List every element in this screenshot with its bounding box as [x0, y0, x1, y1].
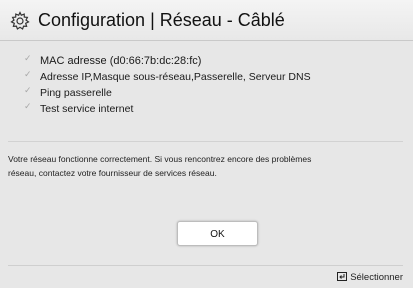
check-icon: ✓ [24, 53, 32, 63]
page-title: Configuration | Réseau - Câblé [38, 10, 285, 30]
divider [8, 141, 403, 142]
divider [8, 265, 403, 266]
checklist-item-ip: ✓ Adresse IP,Masque sous-réseau,Passerel… [24, 69, 311, 85]
checklist-item-label: MAC adresse (d0:66:7b:dc:28:fc) [40, 55, 202, 67]
gear-icon [10, 11, 30, 30]
checklist-item-label: Test service internet [40, 103, 134, 115]
status-message-line: réseau, contactez votre fournisseur de s… [8, 168, 217, 178]
ok-button[interactable]: OK [177, 221, 258, 246]
status-message-line: Votre réseau fonctionne correctement. Si… [8, 154, 312, 164]
network-test-checklist: ✓ MAC adresse (d0:66:7b:dc:28:fc) ✓ Adre… [24, 53, 311, 117]
enter-icon [337, 272, 348, 281]
check-icon: ✓ [24, 101, 32, 111]
select-hint-label: Sélectionner [350, 272, 403, 283]
checklist-item-mac: ✓ MAC adresse (d0:66:7b:dc:28:fc) [24, 53, 311, 69]
checklist-item-label: Ping passerelle [40, 87, 112, 99]
checklist-item-internet: ✓ Test service internet [24, 101, 311, 117]
check-icon: ✓ [24, 85, 32, 95]
dialog-header: Configuration | Réseau - Câblé [0, 0, 413, 41]
check-icon: ✓ [24, 69, 32, 79]
checklist-item-ping: ✓ Ping passerelle [24, 85, 311, 101]
select-hint: Sélectionner [337, 272, 403, 284]
status-message: Votre réseau fonctionne correctement. Si… [8, 152, 368, 180]
checklist-item-label: Adresse IP,Masque sous-réseau,Passerelle… [40, 71, 311, 83]
